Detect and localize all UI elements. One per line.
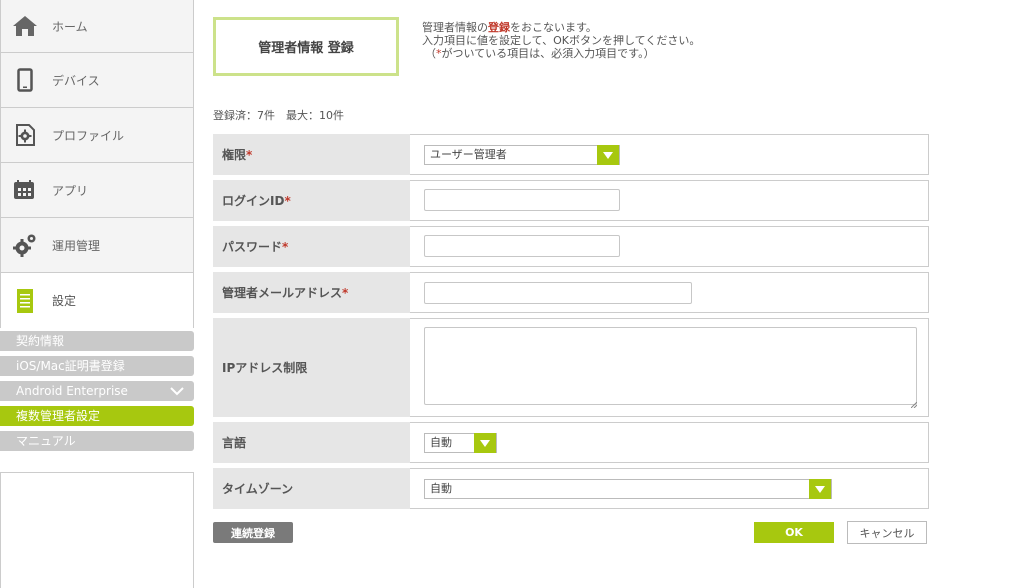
field-label: IPアドレス制限 <box>213 318 410 417</box>
profile-gear-icon <box>12 122 38 148</box>
sidebar-item-operations[interactable]: 運用管理 <box>0 218 194 273</box>
gears-icon <box>12 232 38 258</box>
sidebar-item-label: 設定 <box>52 294 77 308</box>
form-row-ip-restriction: IPアドレス制限 <box>213 318 929 417</box>
field-cell: 自動 <box>410 468 929 509</box>
field-cell <box>410 180 929 221</box>
form-row-email: 管理者メールアドレス * <box>213 272 929 313</box>
field-label: タイムゾーン <box>213 468 410 509</box>
language-select[interactable]: 自動 <box>424 433 497 453</box>
submenu-item-multi-admin[interactable]: 複数管理者設定 <box>0 406 194 426</box>
field-cell <box>410 272 929 313</box>
field-label: 言語 <box>213 422 410 463</box>
sidebar-item-home[interactable]: ホーム <box>0 0 194 53</box>
sidebar-item-label: ホーム <box>52 19 88 34</box>
intro-line-2: 入力項目に値を設定して、OKボタンを押してください。 <box>422 34 701 47</box>
form-row-password: パスワード * <box>213 226 929 267</box>
form-row-timezone: タイムゾーン 自動 <box>213 468 929 509</box>
sidebar-item-profile[interactable]: プロファイル <box>0 108 194 163</box>
settings-submenu: 契約情報 iOS/Mac証明書登録 Android Enterprise 複数管… <box>0 331 194 456</box>
select-value: 自動 <box>430 436 452 449</box>
dropdown-arrow-icon <box>474 433 496 453</box>
field-cell <box>410 226 929 267</box>
chevron-down-icon <box>170 382 184 402</box>
sidebar-item-label: アプリ <box>52 183 89 198</box>
resize-grip-icon[interactable] <box>910 397 918 409</box>
sidebar-item-device[interactable]: デバイス <box>0 53 194 108</box>
sidebar-footer-panel <box>0 472 194 588</box>
dropdown-arrow-icon <box>597 145 619 165</box>
form-row-authority: 権限 * ユーザー管理者 <box>213 134 929 175</box>
continuous-register-button[interactable]: 連続登録 <box>213 522 293 543</box>
timezone-select[interactable]: 自動 <box>424 479 832 499</box>
ok-button[interactable]: OK <box>754 522 834 543</box>
authority-select[interactable]: ユーザー管理者 <box>424 145 620 165</box>
app-calendar-icon <box>12 177 38 203</box>
login-id-input[interactable] <box>424 189 620 211</box>
ip-restriction-textarea[interactable] <box>424 327 917 405</box>
sidebar-item-label: デバイス <box>52 73 100 88</box>
form-row-language: 言語 自動 <box>213 422 929 463</box>
select-value: ユーザー管理者 <box>430 148 507 161</box>
field-cell: ユーザー管理者 <box>410 134 929 175</box>
field-cell: 自動 <box>410 422 929 463</box>
field-label: 管理者メールアドレス * <box>213 272 410 313</box>
field-cell <box>410 318 929 417</box>
select-value: 自動 <box>430 482 452 495</box>
dropdown-arrow-icon <box>809 479 831 499</box>
smartphone-icon <box>12 67 38 93</box>
sidebar: ホーム デバイス プロファイル アプリ 運用管理 設定 契約情報 iOS/Mac… <box>0 0 194 588</box>
submenu-item-manual[interactable]: マニュアル <box>0 431 194 451</box>
intro-line-3: （*がついている項目は、必須入力項目です。） <box>425 47 655 60</box>
registration-count: 登録済：7件 最大：10件 <box>213 109 344 122</box>
submenu-item-label: Android Enterprise <box>16 384 128 398</box>
settings-document-icon <box>12 288 38 314</box>
home-icon <box>12 13 38 39</box>
field-label: ログインID * <box>213 180 410 221</box>
intro-line-1: 管理者情報の登録をおこないます。 <box>422 21 597 34</box>
admin-email-input[interactable] <box>424 282 692 304</box>
field-label: パスワード * <box>213 226 410 267</box>
intro-text: 管理者情報の登録をおこないます。 入力項目に値を設定して、OKボタンを押してくだ… <box>422 21 700 60</box>
password-input[interactable] <box>424 235 620 257</box>
page-title: 管理者情報 登録 <box>213 17 399 76</box>
cancel-button[interactable]: キャンセル <box>847 521 927 544</box>
field-label: 権限 * <box>213 134 410 175</box>
submenu-item-android-enterprise[interactable]: Android Enterprise <box>0 381 194 401</box>
submenu-item-contract[interactable]: 契約情報 <box>0 331 194 351</box>
sidebar-item-settings[interactable]: 設定 <box>0 273 194 328</box>
submenu-item-ios-mac-certificate[interactable]: iOS/Mac証明書登録 <box>0 356 194 376</box>
sidebar-item-label: プロファイル <box>52 128 125 143</box>
form-row-login-id: ログインID * <box>213 180 929 221</box>
sidebar-item-label: 運用管理 <box>52 238 101 253</box>
sidebar-item-apps[interactable]: アプリ <box>0 163 194 218</box>
